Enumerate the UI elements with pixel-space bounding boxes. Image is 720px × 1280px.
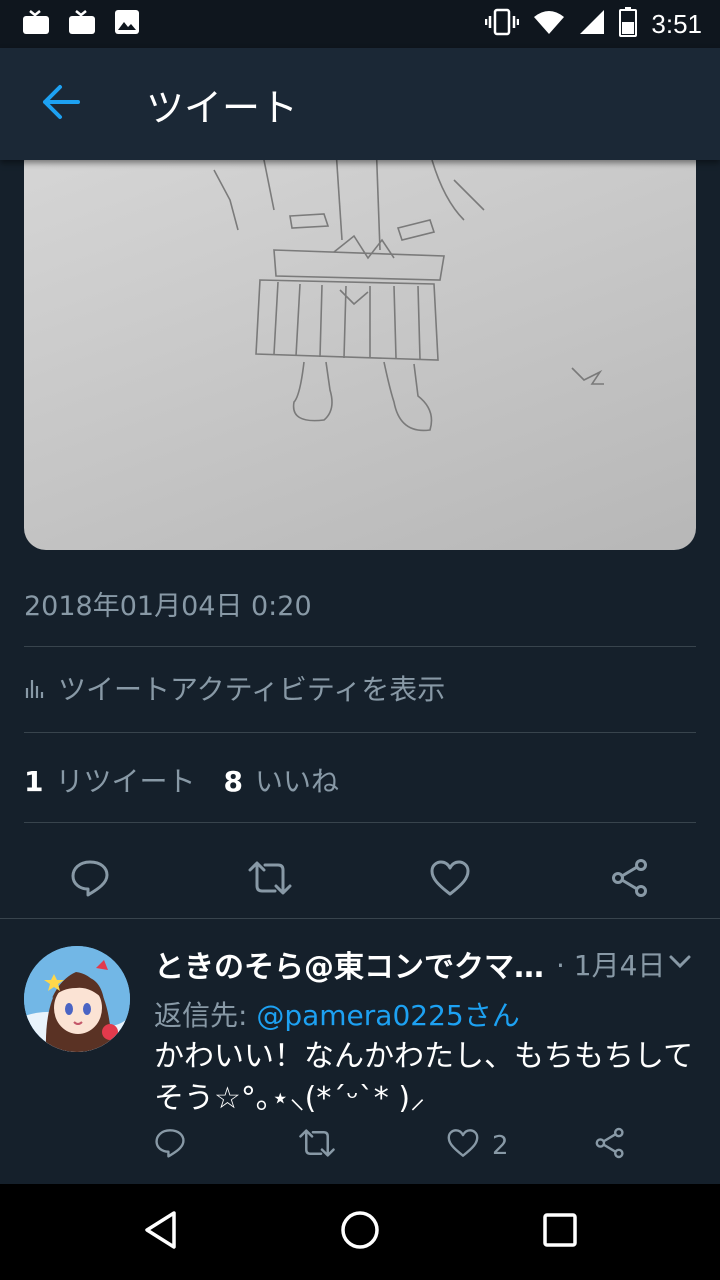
tweet-timestamp: 2018年01月04日 0:20	[24, 591, 312, 622]
reply-to-mention[interactable]: @pamera0225さん	[256, 999, 519, 1032]
vibrate-icon	[485, 8, 520, 40]
like-icon	[429, 859, 471, 901]
tv-icon	[22, 9, 50, 39]
like-button[interactable]	[422, 852, 478, 908]
arrow-left-icon	[40, 84, 80, 124]
battery-icon	[619, 7, 638, 41]
chevron-down-icon[interactable]	[668, 954, 692, 974]
circle-home-icon	[339, 1209, 381, 1255]
signal-icon	[579, 9, 605, 39]
reply-author-name[interactable]: ときのそら@東コンでクマ…	[154, 942, 544, 986]
retweet-icon	[298, 1128, 336, 1165]
back-button[interactable]	[24, 68, 96, 140]
reply-action-bar: 2	[0, 1124, 720, 1184]
tweet-media-image[interactable]	[24, 160, 696, 550]
divider	[24, 646, 696, 647]
square-recents-icon	[542, 1212, 578, 1252]
reply-header: ときのそら@東コンでクマ… · 1月4日	[154, 942, 714, 986]
reply-share-button[interactable]	[594, 1124, 626, 1168]
retweet-button[interactable]	[242, 852, 298, 908]
tweet-actions	[0, 840, 720, 918]
reply-icon	[154, 1128, 186, 1165]
reply-text: かわいい！なんかわたし、もちもちしてそう☆°｡⋆⸜(*ˊᵕˋ* )⸝	[154, 1039, 694, 1116]
status-time: 3:51	[651, 8, 702, 39]
nav-recents-button[interactable]	[530, 1202, 590, 1262]
status-bar: 3:51	[0, 0, 720, 48]
tweet-stats: 1 リツイート 8 いいね	[24, 760, 339, 800]
like-label: いいね	[254, 765, 339, 798]
share-icon	[610, 858, 650, 902]
divider	[0, 918, 720, 919]
reply-button[interactable]	[62, 852, 118, 908]
bar-chart-icon	[24, 672, 44, 705]
reply-like-count: 2	[492, 1131, 509, 1161]
tweet-detail: 2018年01月04日 0:20 ツイートアクティビティを表示 1 リツイート 8…	[0, 160, 720, 1184]
nav-back-button[interactable]	[130, 1202, 190, 1262]
like-icon	[446, 1128, 480, 1165]
divider	[24, 822, 696, 823]
divider	[24, 732, 696, 733]
reply-to-prefix: 返信先:	[154, 999, 257, 1032]
retweet-label: リツイート	[55, 765, 196, 798]
share-icon	[594, 1127, 626, 1166]
reply-to-line: 返信先: @pamera0225さん	[154, 994, 520, 1034]
like-count: 8	[223, 765, 243, 798]
wifi-icon	[533, 9, 565, 39]
tweet-activity-label: ツイートアクティビティを表示	[58, 673, 446, 706]
nav-home-button[interactable]	[330, 1202, 390, 1262]
retweet-stat[interactable]: 1 リツイート	[24, 760, 196, 800]
retweet-icon	[247, 860, 293, 900]
app-bar: ツイート	[0, 48, 720, 160]
image-icon	[114, 9, 140, 39]
share-button[interactable]	[602, 852, 658, 908]
reply-retweet-button[interactable]	[298, 1124, 336, 1168]
triangle-back-icon	[142, 1210, 178, 1254]
navigation-bar	[0, 1184, 720, 1280]
reply-reply-button[interactable]	[154, 1124, 186, 1168]
retweet-count: 1	[24, 765, 44, 798]
tv-icon	[68, 9, 96, 39]
reply-like-button[interactable]: 2	[446, 1124, 509, 1168]
like-stat[interactable]: 8 いいね	[224, 760, 340, 800]
reply-icon	[70, 859, 110, 901]
tweet-activity-link[interactable]: ツイートアクティビティを表示	[24, 668, 445, 708]
avatar[interactable]	[24, 946, 130, 1052]
reply-date: · 1月4日	[556, 949, 666, 982]
page-title: ツイート	[146, 85, 299, 130]
